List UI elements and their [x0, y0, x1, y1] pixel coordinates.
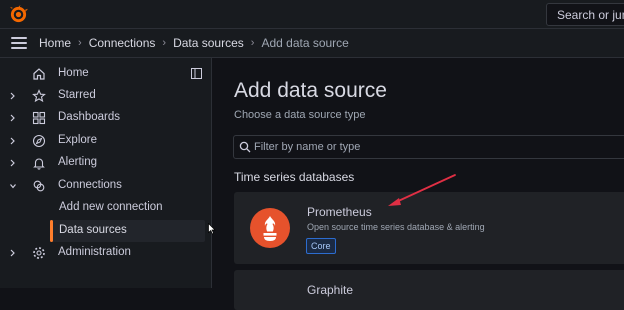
sidebar-item-administration[interactable]: Administration [0, 242, 212, 264]
sidebar-item-label: Explore [58, 134, 97, 146]
sidebar-item-label: Administration [58, 246, 131, 258]
sidebar-item-data-sources[interactable]: Data sources [0, 220, 212, 242]
breadcrumb-connections[interactable]: Connections [89, 36, 156, 50]
sidebar-item-connections[interactable]: Connections [0, 175, 212, 197]
sidebar-item-starred[interactable]: Starred [0, 85, 212, 107]
menu-toggle-icon[interactable] [11, 37, 27, 49]
sidebar-item-label: Add new connection [59, 201, 163, 213]
sidebar: Home Starred Dashboards Explore Alerting… [0, 58, 212, 288]
search-placeholder: Search or jump to... [557, 7, 624, 22]
breadcrumb: Home › Connections › Data sources › Add … [39, 36, 349, 50]
search-input[interactable]: Search or jump to... [546, 3, 624, 26]
page-title: Add data source [234, 79, 387, 102]
page-subtitle: Choose a data source type [234, 109, 366, 121]
dashboards-icon [32, 111, 46, 125]
home-icon [33, 68, 45, 80]
chevron-right-icon[interactable] [9, 135, 17, 147]
sidebar-item-explore[interactable]: Explore [0, 130, 212, 152]
sidebar-item-label: Data sources [59, 224, 127, 236]
star-icon [32, 89, 46, 103]
chevron-right-icon: › [78, 37, 82, 49]
sidebar-item-home[interactable]: Home [0, 63, 212, 85]
sidebar-item-alerting[interactable]: Alerting [0, 152, 212, 174]
filter-input[interactable]: Filter by name or type [233, 135, 624, 159]
mouse-cursor-icon [208, 223, 216, 235]
search-icon [239, 141, 251, 153]
breadcrumb-add-data-source: Add data source [261, 36, 349, 50]
bell-icon [33, 158, 45, 170]
active-indicator [50, 220, 53, 242]
section-heading: Time series databases [234, 170, 355, 184]
sidebar-item-dashboards[interactable]: Dashboards [0, 107, 212, 129]
breadcrumb-home[interactable]: Home [39, 36, 71, 50]
filter-placeholder: Filter by name or type [254, 141, 361, 153]
chevron-right-icon: › [250, 37, 255, 49]
sidebar-item-add-new-connection[interactable]: Add new connection [0, 197, 212, 219]
chevron-right-icon[interactable] [9, 112, 17, 124]
sidebar-item-label: Dashboards [58, 111, 121, 123]
top-bar: Search or jump to... [0, 0, 624, 29]
chevron-right-icon[interactable] [9, 247, 17, 259]
datasource-name: Prometheus [307, 205, 372, 219]
datasource-card-prometheus[interactable]: Prometheus Open source time series datab… [234, 192, 624, 264]
chevron-right-icon: › [162, 37, 167, 49]
sidebar-item-label: Starred [58, 89, 96, 101]
datasource-description: Open source time series database & alert… [307, 222, 485, 232]
datasource-name: Graphite [307, 283, 354, 297]
connections-icon [33, 180, 45, 192]
main-content: Add data source Choose a data source typ… [213, 58, 624, 310]
gear-icon [33, 247, 45, 259]
chevron-right-icon[interactable] [9, 90, 17, 102]
core-badge: Core [306, 238, 336, 254]
breadcrumb-bar: Home › Connections › Data sources › Add … [0, 29, 624, 58]
chevron-down-icon[interactable] [9, 180, 17, 192]
sidebar-item-label: Alerting [58, 156, 97, 168]
prometheus-logo-icon [250, 208, 290, 248]
sidebar-item-label: Connections [58, 179, 122, 191]
sidebar-item-label: Home [58, 67, 89, 79]
compass-icon [32, 134, 46, 148]
grafana-logo-icon[interactable] [9, 5, 28, 24]
chevron-right-icon[interactable] [9, 157, 17, 169]
breadcrumb-data-sources[interactable]: Data sources [173, 36, 244, 50]
datasource-card-graphite[interactable]: Graphite [234, 270, 624, 310]
